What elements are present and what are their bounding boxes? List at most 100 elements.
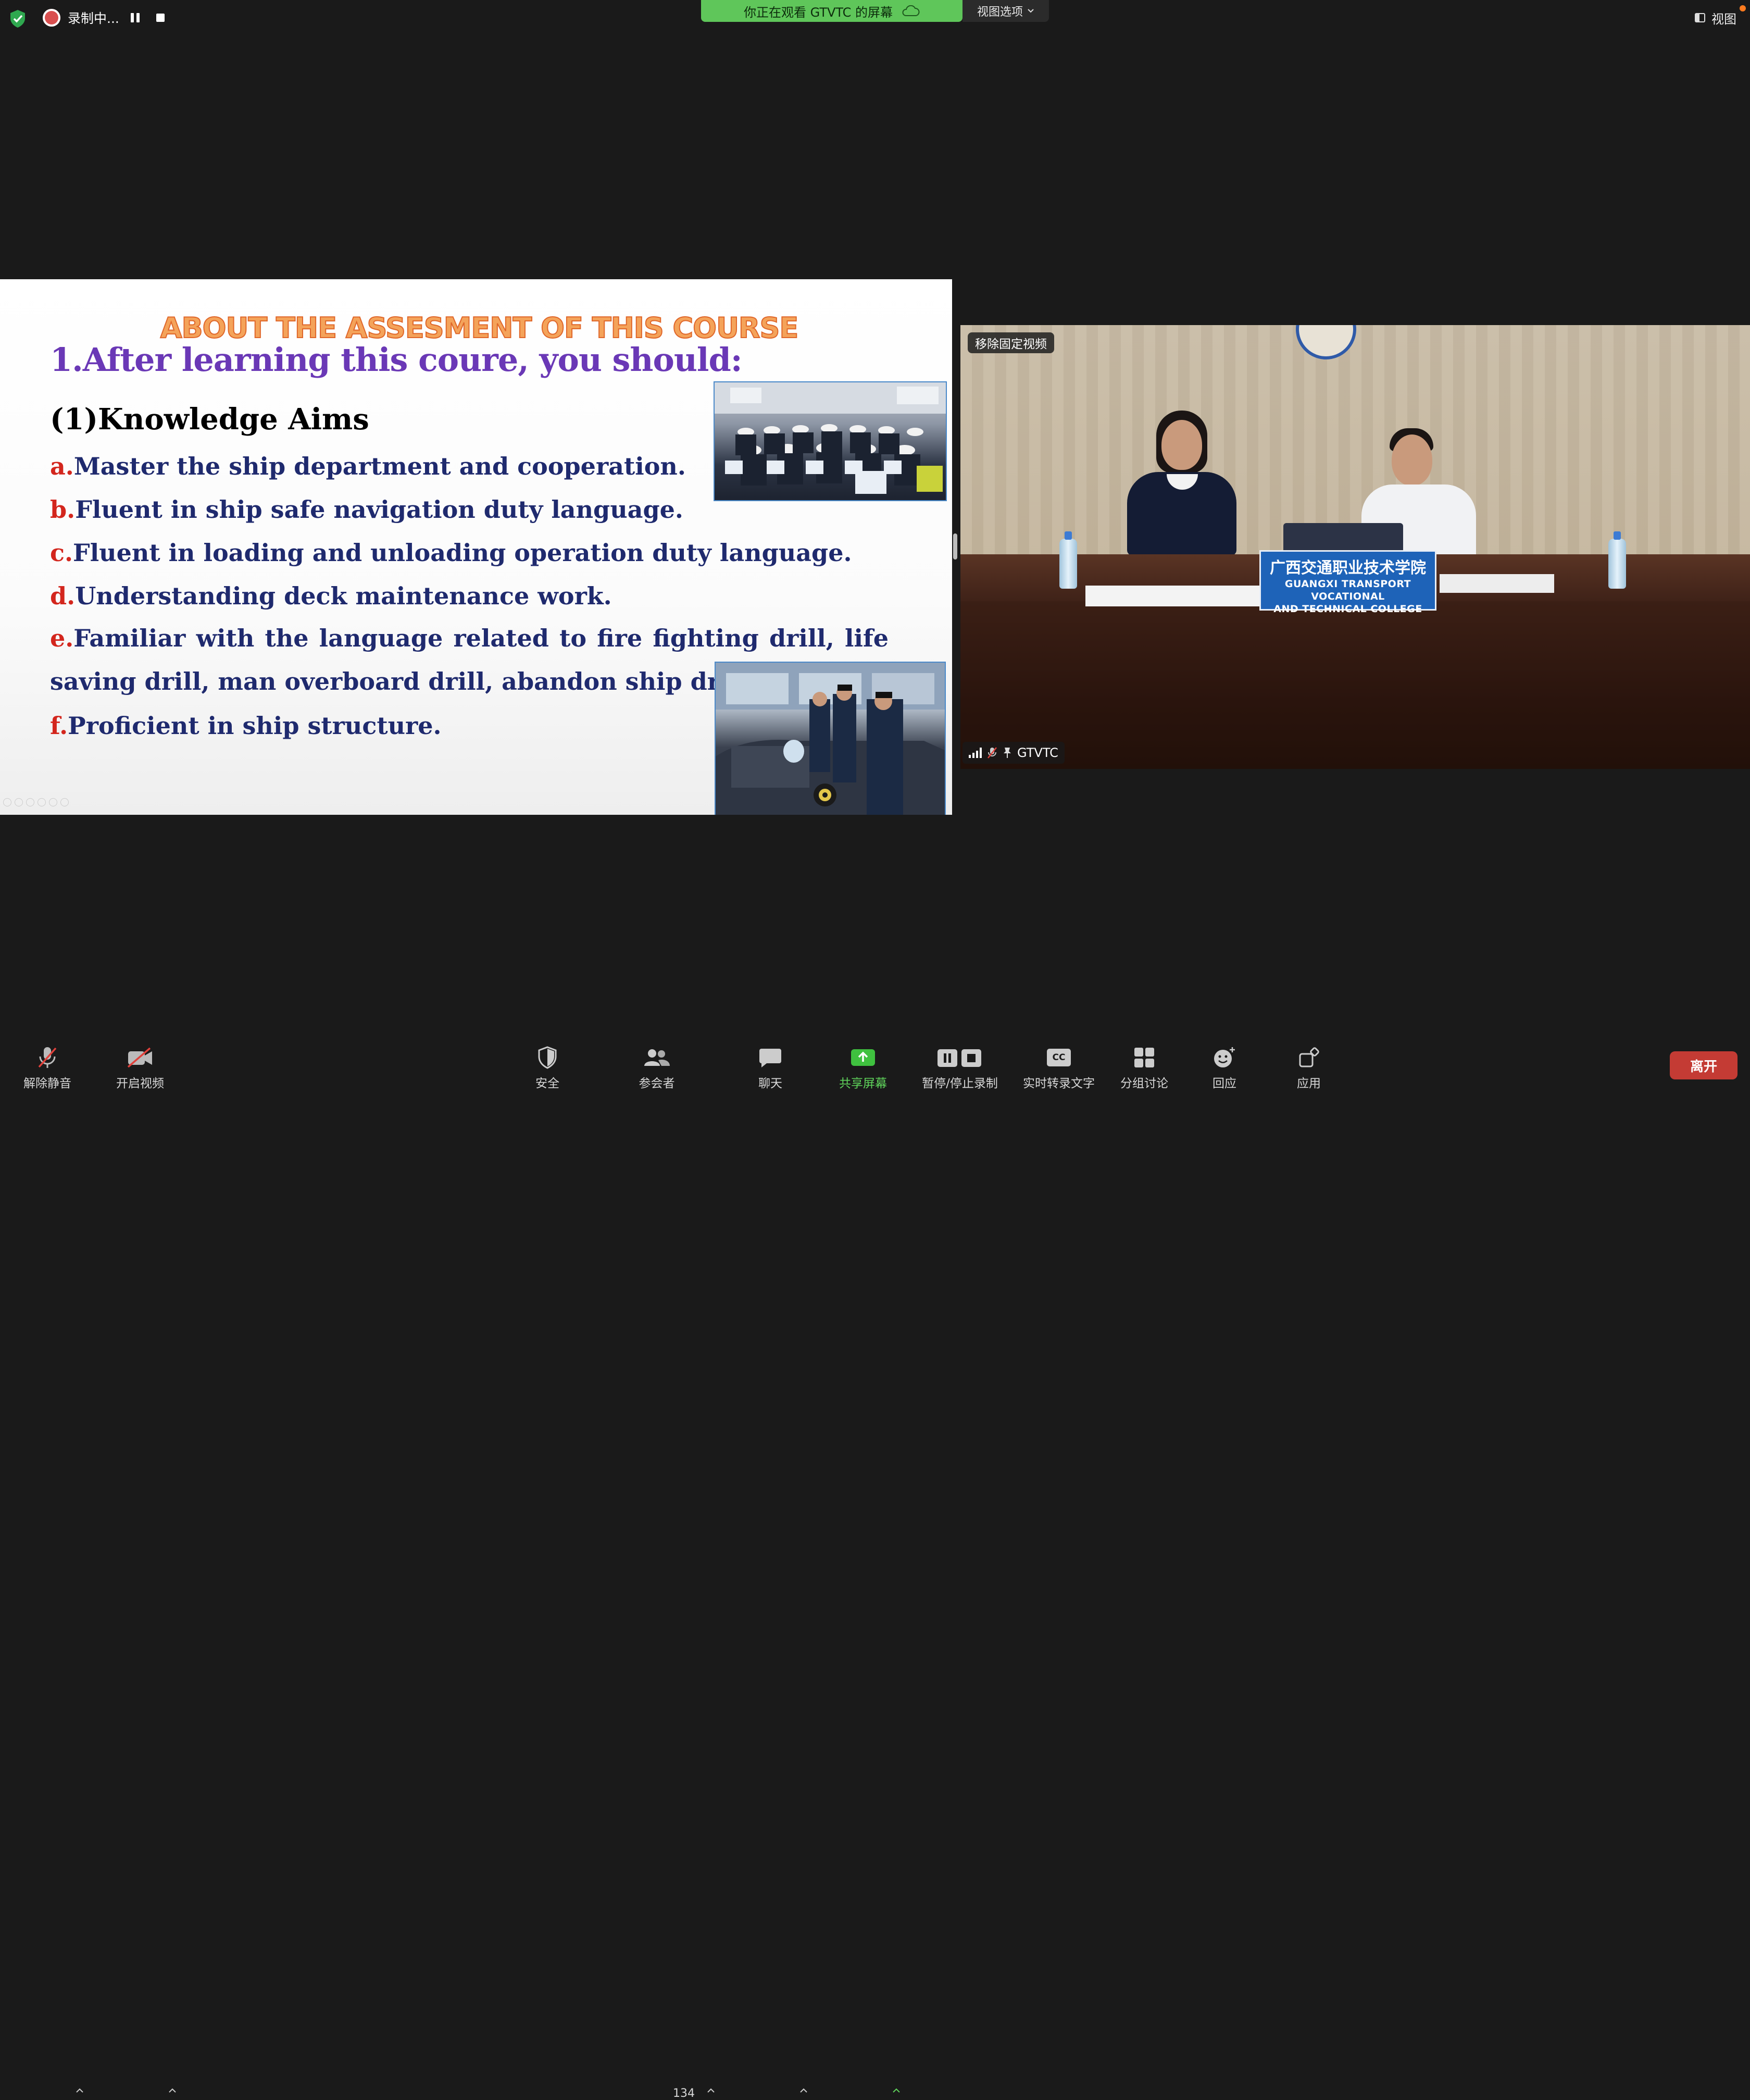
participants-label: 参会者 — [639, 1077, 675, 1090]
breakout-rooms-button[interactable]: 分组讨论 — [1105, 1043, 1183, 1091]
view-options-dropdown[interactable]: 视图选项 — [963, 0, 1049, 22]
security-button[interactable]: 安全 — [508, 1043, 586, 1091]
participants-button[interactable]: 参会者 — [618, 1043, 696, 1091]
aim-letter: b. — [50, 495, 76, 524]
slide-heading: ABOUT THE ASSESMENT OF THIS COURSE — [160, 311, 799, 345]
participants-count: 134 — [673, 2087, 695, 2100]
view-button[interactable]: 视图 — [1694, 5, 1736, 30]
reactions-button[interactable]: 回应 — [1185, 1043, 1264, 1091]
nav-dot-icon[interactable] — [38, 798, 46, 806]
nameplate-en-line2: AND TECHNICAL COLLEGE — [1273, 603, 1422, 615]
chat-button[interactable]: 聊天 — [731, 1043, 809, 1091]
share-screen-button[interactable]: 共享屏幕 — [824, 1043, 902, 1091]
video-options-caret-icon[interactable] — [168, 2086, 177, 2095]
breakout-rooms-icon — [1134, 1048, 1154, 1067]
cloud-record-icon — [43, 9, 60, 27]
start-video-label: 开启视频 — [116, 1077, 164, 1090]
aim-letter: d. — [50, 582, 76, 610]
apps-button[interactable]: 应用 — [1270, 1043, 1348, 1091]
nameplate-en-line1: GUANGXI TRANSPORT VOCATIONAL — [1284, 578, 1411, 602]
unmute-label: 解除静音 — [23, 1077, 71, 1090]
aim-text: Fluent in ship safe navigation duty lang… — [75, 495, 683, 524]
papers — [1085, 586, 1278, 606]
apps-icon — [1299, 1047, 1319, 1067]
section-title: (1)Knowledge Aims — [50, 402, 369, 437]
chevron-down-icon — [1028, 9, 1034, 13]
closed-captions-icon: CC — [1047, 1049, 1071, 1066]
recording-label: 录制中... — [68, 11, 119, 26]
shared-screen-slide[interactable]: ABOUT THE ASSESMENT OF THIS COURSE 1.Aft… — [0, 279, 952, 815]
nav-dot-icon[interactable] — [49, 798, 57, 806]
apps-label: 应用 — [1297, 1077, 1321, 1090]
start-video-button[interactable]: 开启视频 — [101, 1043, 179, 1091]
aim-text: Understanding deck maintenance work. — [75, 582, 612, 610]
pin-icon — [1004, 748, 1011, 758]
pinned-video-tile[interactable]: 广西交通职业技术学院 GUANGXI TRANSPORT VOCATIONAL … — [960, 325, 1750, 769]
view-button-label: 视图 — [1711, 11, 1736, 27]
aim-text: Master the ship department and cooperati… — [73, 452, 686, 480]
participants-caret-icon[interactable] — [706, 2086, 716, 2095]
audio-options-caret-icon[interactable] — [75, 2086, 84, 2095]
mic-muted-icon — [988, 747, 997, 759]
shield-icon — [538, 1046, 557, 1069]
slide-navigation-icons — [3, 798, 69, 806]
participant-name-tag: GTVTC — [963, 742, 1065, 764]
mic-muted-icon — [38, 1047, 57, 1068]
water-bottle — [1608, 531, 1626, 589]
unmute-button[interactable]: 解除静音 — [8, 1043, 86, 1091]
top-bar: 录制中... 你正在观看 GTVTC 的屏幕 视图选项 视图 — [0, 0, 1750, 34]
ship-bridge-photo — [715, 662, 946, 815]
share-screen-icon — [851, 1049, 875, 1066]
notification-dot — [1740, 5, 1746, 11]
smiley-icon — [1214, 1047, 1235, 1067]
college-nameplate: 广西交通职业技术学院 GUANGXI TRANSPORT VOCATIONAL … — [1259, 550, 1436, 615]
chat-caret-icon[interactable] — [799, 2086, 808, 2095]
nav-dot-icon[interactable] — [3, 798, 11, 806]
share-caret-icon[interactable] — [892, 2086, 901, 2095]
pause-stop-recording-button[interactable]: 暂停/停止录制 — [921, 1043, 999, 1091]
live-transcript-button[interactable]: CC 实时转录文字 — [1020, 1043, 1098, 1091]
chat-label: 聊天 — [758, 1077, 782, 1090]
cloud-icon — [902, 5, 920, 16]
screen-share-banner: 你正在观看 GTVTC 的屏幕 — [701, 0, 963, 22]
chat-bubble-icon — [759, 1049, 781, 1067]
aim-letter: e. — [50, 624, 74, 652]
pause-stop-icon — [938, 1049, 981, 1067]
water-bottle — [1059, 531, 1077, 589]
share-screen-label: 共享屏幕 — [839, 1077, 887, 1090]
papers — [1440, 574, 1554, 593]
classroom-photo — [714, 381, 947, 501]
split-view-resize-handle[interactable] — [953, 533, 957, 560]
participant-name: GTVTC — [1017, 745, 1058, 760]
unpin-video-button[interactable]: 移除固定视频 — [968, 332, 1054, 353]
aim-item: f.Proficient in ship structure. — [50, 712, 442, 740]
aim-letter: c. — [50, 539, 73, 567]
aim-item: d.Understanding deck maintenance work. — [50, 582, 612, 610]
screen-share-banner-text: 你正在观看 GTVTC 的屏幕 — [743, 5, 893, 20]
participants-icon — [644, 1049, 670, 1066]
nav-dot-icon[interactable] — [60, 798, 69, 806]
nav-dot-icon[interactable] — [26, 798, 34, 806]
live-transcript-label: 实时转录文字 — [1023, 1077, 1095, 1090]
aim-letter: a. — [50, 452, 74, 480]
desk-front — [960, 601, 1750, 769]
breakout-rooms-label: 分组讨论 — [1120, 1077, 1168, 1090]
leave-meeting-button[interactable]: 离开 — [1670, 1051, 1738, 1079]
nameplate-cn: 广西交通职业技术学院 — [1270, 559, 1426, 577]
meeting-toolbar: 解除静音 开启视频 安全 参会者 134 聊天 共享屏幕 暂停/停止录制 CC … — [0, 1038, 1750, 2100]
view-layout-icon — [1695, 13, 1705, 22]
stop-recording-button[interactable] — [152, 9, 169, 27]
slide-subheading: 1.After learning this coure, you should: — [50, 341, 743, 379]
security-label: 安全 — [535, 1077, 559, 1090]
pause-recording-button[interactable] — [127, 9, 144, 27]
reactions-label: 回应 — [1212, 1077, 1236, 1090]
aim-text: Fluent in loading and unloading operatio… — [73, 539, 852, 567]
pause-stop-recording-label: 暂停/停止录制 — [922, 1077, 998, 1090]
aim-letter: f. — [50, 712, 68, 740]
nav-dot-icon[interactable] — [15, 798, 23, 806]
aim-item: c.Fluent in loading and unloading operat… — [50, 539, 852, 567]
aim-item: b.Fluent in ship safe navigation duty la… — [50, 495, 683, 524]
security-shield-icon[interactable] — [7, 8, 28, 29]
aim-text: Proficient in ship structure. — [68, 712, 442, 740]
recording-indicator: 录制中... — [35, 5, 176, 30]
